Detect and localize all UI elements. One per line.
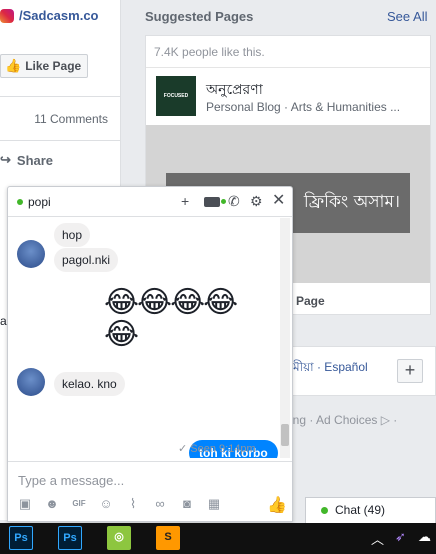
suggested-page-category: Personal Blog · Arts & Humanities ... <box>206 100 401 114</box>
suggested-page-title[interactable]: অনুপ্রেরণা <box>206 78 263 102</box>
like-page-button[interactable]: 👍 Like Page <box>0 54 88 78</box>
sublime-app-icon[interactable]: S <box>156 526 180 550</box>
camera-icon[interactable]: ◙ <box>178 495 196 513</box>
gear-icon[interactable]: ⚙ <box>250 193 263 209</box>
photoshop-app-icon[interactable]: Ps <box>58 526 82 550</box>
chat-tab-label: Chat (49) <box>335 503 386 517</box>
chat-sidebar-tab[interactable]: Chat (49) <box>305 497 436 523</box>
avatar[interactable] <box>17 240 45 268</box>
share-arrow-icon: ↪ <box>0 152 11 167</box>
people-like-count: 7.4K people like this. <box>154 45 265 59</box>
sticker-icon[interactable]: ☻ <box>43 495 61 513</box>
share-button[interactable]: ↪ Share <box>0 152 53 168</box>
chat-scrollbar[interactable] <box>280 218 290 458</box>
thumbs-up-icon: 👍 <box>5 58 22 73</box>
comments-count-link[interactable]: 11 Comments <box>34 112 108 126</box>
scrollbar-thumb[interactable] <box>281 424 289 446</box>
divider <box>0 140 121 141</box>
see-all-link[interactable]: See All <box>387 9 427 24</box>
close-icon[interactable]: ✕ <box>272 193 285 209</box>
grid-icon[interactable]: ▦ <box>205 495 223 513</box>
divider <box>0 96 121 97</box>
suggested-pages-heading: Suggested Pages <box>145 9 254 24</box>
suggested-like-page-button[interactable]: Page <box>296 294 325 308</box>
facebook-page: /Sadcasm.co 👍 Like Page 11 Comments ↪ Sh… <box>0 0 436 554</box>
add-people-icon[interactable]: + <box>181 193 189 209</box>
message-emoji: 😂😂😂😂 <box>104 285 238 320</box>
divider <box>146 67 430 68</box>
photoshop-app-icon[interactable]: Ps <box>9 526 33 550</box>
page-logo-text: FOCUSED <box>163 93 189 99</box>
chevron-up-icon[interactable]: ︿ <box>371 529 384 548</box>
cover-text: ফ্রিকিং অসাম। <box>303 192 400 212</box>
phone-call-icon[interactable]: ✆ <box>228 193 240 209</box>
emoji-icon[interactable]: ☺ <box>97 495 115 513</box>
post-page-name-label: /Sadcasm.co <box>19 8 99 23</box>
message-emoji: 😂 <box>104 317 139 352</box>
language-links[interactable]: মীয়া · Español <box>293 359 368 379</box>
link-icon[interactable]: ∞ <box>151 495 169 513</box>
message-incoming: kelao. kno <box>54 372 125 396</box>
message-incoming: hop <box>54 223 91 247</box>
instagram-icon <box>0 8 14 23</box>
chat-window: popi + ✆ ⚙ ✕ hop pagol.nki 😂😂😂😂 😂 kelao.… <box>7 186 293 522</box>
seen-status: ✓ Seen 9:14pm <box>178 442 256 455</box>
post-page-name[interactable]: /Sadcasm.co <box>0 8 99 23</box>
attach-icon[interactable]: ⌇ <box>124 495 142 513</box>
chat-header[interactable]: popi + ✆ ⚙ ✕ <box>8 187 292 217</box>
language-box: মীয়া · Español + <box>290 346 436 396</box>
online-status-dot <box>17 199 23 205</box>
message-list: hop pagol.nki 😂😂😂😂 😂 kelao. kno toh ki k… <box>8 218 278 458</box>
video-online-icon <box>221 199 226 204</box>
send-like-icon[interactable]: 👍 <box>267 495 287 515</box>
like-page-label: Like Page <box>25 59 82 73</box>
video-call-icon[interactable] <box>204 197 220 207</box>
android-app-icon[interactable]: ◎ <box>107 526 131 550</box>
share-label: Share <box>16 152 54 168</box>
online-status-dot <box>321 507 328 514</box>
check-icon: ✓ <box>178 443 191 455</box>
page-logo[interactable]: FOCUSED <box>156 76 196 116</box>
divider <box>8 461 292 462</box>
composer-toolbar: ▣ ☻ GIF ☺ ⌇ ∞ ◙ ▦ <box>16 495 223 513</box>
image-icon[interactable]: ▣ <box>16 495 34 513</box>
feather-icon[interactable]: ➶ <box>395 529 406 545</box>
seen-text: Seen 9:14pm <box>190 443 256 455</box>
add-language-button[interactable]: + <box>397 359 423 383</box>
gif-icon[interactable]: GIF <box>70 495 88 513</box>
cloud-icon[interactable]: ☁ <box>418 529 431 545</box>
os-taskbar: Ps Ps ◎ S ︿ ➶ ☁ <box>0 523 436 554</box>
avatar[interactable] <box>17 368 45 396</box>
message-input[interactable] <box>18 471 248 489</box>
footer-links[interactable]: ing · Ad Choices ▷ · <box>290 413 397 427</box>
message-incoming: pagol.nki <box>54 248 119 272</box>
chat-contact-name[interactable]: popi <box>28 195 51 209</box>
